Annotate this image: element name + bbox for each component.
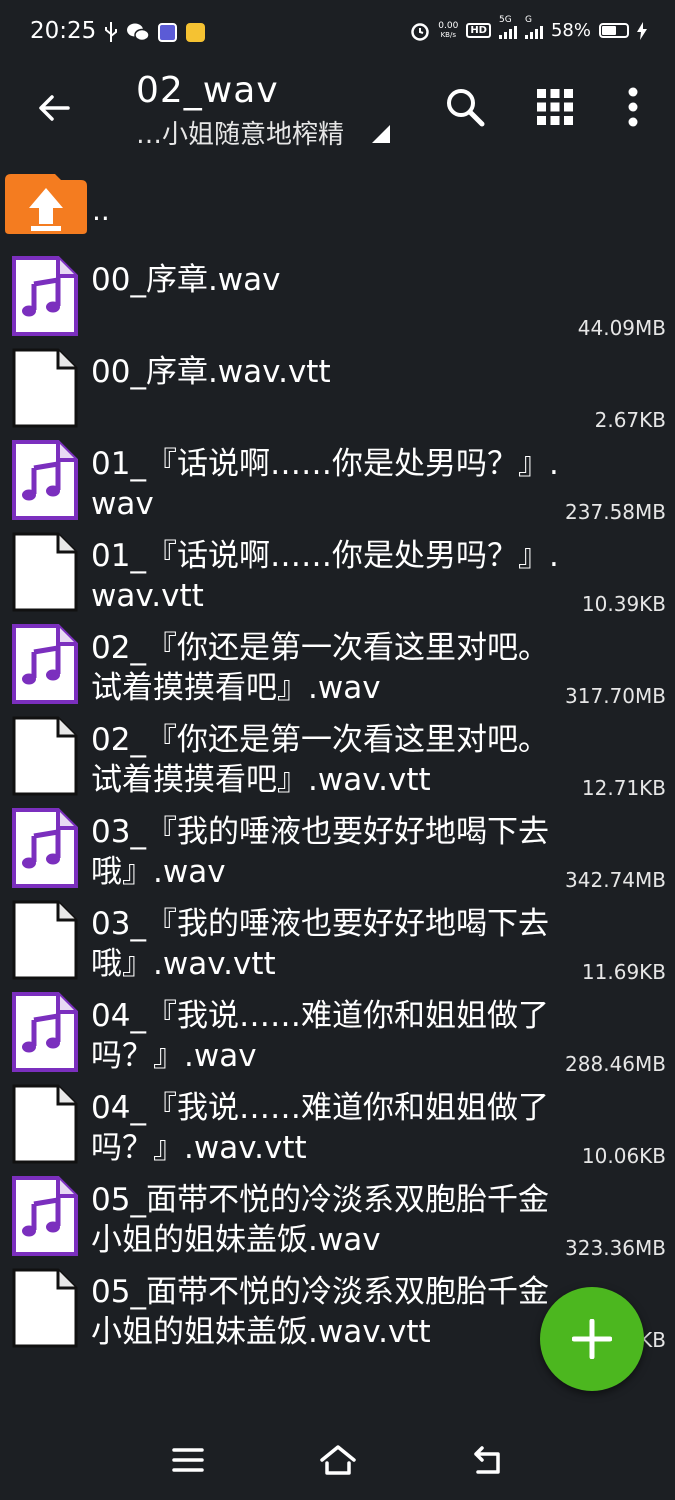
file-icon [12, 716, 78, 796]
net-speed-value: 0.00 [438, 20, 459, 31]
audio-file-icon [12, 992, 78, 1072]
path-subtitle: …小姐随意地榨精 [136, 120, 345, 150]
audio-file-icon [12, 1176, 78, 1256]
notification-icons [104, 22, 205, 42]
file-name: 03_『我的唾液也要好好地喝下去哦』.wav [91, 814, 549, 890]
battery-percent: 58% [550, 20, 591, 41]
file-row[interactable]: 01_『话说啊……你是处男吗？』.wav.vtt 10.39KB [0, 528, 675, 620]
file-name: 03_『我的唾液也要好好地喝下去哦』.wav.vtt [91, 906, 549, 982]
audio-file-icon [12, 624, 78, 704]
file-row[interactable]: 01_『话说啊……你是处男吗？』.wav 237.58MB [0, 436, 675, 528]
file-row[interactable]: 03_『我的唾液也要好好地喝下去哦』.wav.vtt 11.69KB [0, 896, 675, 988]
grid-view-button[interactable] [532, 84, 578, 130]
net-g-label: G [524, 14, 532, 25]
file-name: 04_『我说……难道你和姐姐做了吗？』.wav.vtt [91, 1090, 549, 1166]
hd-badge: HD [466, 23, 491, 38]
more-vert-icon [628, 87, 638, 127]
file-row[interactable]: 05_面带不悦的冷淡系双胞胎千金小姐的姐妹盖饭.wav 323.36MB [0, 1172, 675, 1264]
file-size: 12.71KB [581, 776, 666, 800]
audio-file-icon [12, 440, 78, 520]
file-row[interactable]: 00_序章.wav 44.09MB [0, 252, 675, 344]
file-name: 00_序章.wav [91, 262, 281, 298]
file-size: 2.67KB [594, 408, 666, 432]
file-size: 10.06KB [581, 1144, 666, 1168]
file-icon [12, 1084, 78, 1164]
back-icon[interactable] [468, 1442, 508, 1478]
file-icon [12, 348, 78, 428]
signal-icon: 5G [498, 15, 517, 39]
file-row[interactable]: 02_『你还是第一次看这里对吧。试着摸摸看吧』.wav.vtt 12.71KB [0, 712, 675, 804]
file-size: 11.69KB [581, 960, 666, 984]
file-row[interactable]: 04_『我说……难道你和姐姐做了吗？』.wav 288.46MB [0, 988, 675, 1080]
parent-directory-label: .. [92, 194, 110, 227]
file-row[interactable]: 00_序章.wav.vtt 2.67KB [0, 344, 675, 436]
file-size: 237.58MB [565, 500, 666, 524]
dropdown-triangle-icon [372, 125, 391, 143]
file-icon [12, 1268, 78, 1348]
file-size: 317.70MB [565, 684, 666, 708]
file-size: 288.46MB [565, 1052, 666, 1076]
file-row[interactable]: 04_『我说……难道你和姐姐做了吗？』.wav.vtt 10.06KB [0, 1080, 675, 1172]
app-icon [158, 22, 177, 42]
file-size: 10.39KB [581, 592, 666, 616]
app-toolbar: 02_wav …小姐随意地榨精 [0, 66, 675, 158]
mail-icon [186, 22, 205, 42]
net-5g-label: 5G [498, 14, 512, 25]
system-nav-bar [0, 1414, 675, 1500]
parent-directory-row[interactable]: .. [0, 172, 675, 242]
signal-icon-2: G [524, 15, 543, 39]
status-time: 20:25 [30, 18, 97, 44]
charging-icon [637, 21, 647, 40]
audio-file-icon [12, 808, 78, 888]
page-title: 02_wav [136, 70, 279, 111]
net-speed: 0.00 KB/s [438, 20, 459, 40]
file-name: 00_序章.wav.vtt [91, 354, 331, 390]
file-row[interactable]: 03_『我的唾液也要好好地喝下去哦』.wav 342.74MB [0, 804, 675, 896]
file-name: 05_面带不悦的冷淡系双胞胎千金小姐的姐妹盖饭.wav.vtt [91, 1274, 549, 1350]
file-name: 02_『你还是第一次看这里对吧。试着摸摸看吧』.wav.vtt [91, 722, 549, 798]
battery-level [602, 26, 616, 35]
file-name: 01_『话说啊……你是处男吗？』.wav.vtt [91, 538, 559, 614]
add-button[interactable] [540, 1287, 644, 1391]
file-size: 323.36MB [565, 1236, 666, 1260]
plus-icon [572, 1319, 612, 1359]
audio-file-icon [12, 256, 78, 336]
path-dropdown[interactable]: …小姐随意地榨精 [136, 114, 392, 151]
more-options-button[interactable] [610, 84, 656, 130]
file-row[interactable]: 02_『你还是第一次看这里对吧。试着摸摸看吧』.wav 317.70MB [0, 620, 675, 712]
file-icon [12, 532, 78, 612]
battery-icon [599, 23, 629, 38]
search-icon [447, 89, 485, 127]
wechat-icon [127, 23, 149, 42]
file-name: 05_面带不悦的冷淡系双胞胎千金小姐的姐妹盖饭.wav [91, 1182, 549, 1258]
file-size: 44.09MB [577, 316, 666, 340]
back-arrow-icon[interactable] [34, 88, 74, 128]
file-name: 04_『我说……难道你和姐姐做了吗？』.wav [91, 998, 549, 1074]
menu-icon[interactable] [168, 1442, 208, 1478]
status-right: 0.00 KB/s HD 5G G 58% [410, 15, 647, 41]
net-speed-unit: KB/s [440, 30, 456, 39]
alarm-icon [411, 22, 430, 41]
usb-icon [105, 22, 117, 42]
search-button[interactable] [442, 84, 488, 130]
grid-view-icon [537, 89, 573, 125]
status-bar: 20:25 0.00 KB/s HD 5G G 58% [0, 0, 675, 66]
file-size: 342.74MB [565, 868, 666, 892]
file-name: 02_『你还是第一次看这里对吧。试着摸摸看吧』.wav [91, 630, 549, 706]
folder-up-icon [5, 174, 87, 234]
file-icon [12, 900, 78, 980]
file-name: 01_『话说啊……你是处男吗？』.wav [91, 446, 559, 522]
home-icon[interactable] [318, 1442, 358, 1478]
